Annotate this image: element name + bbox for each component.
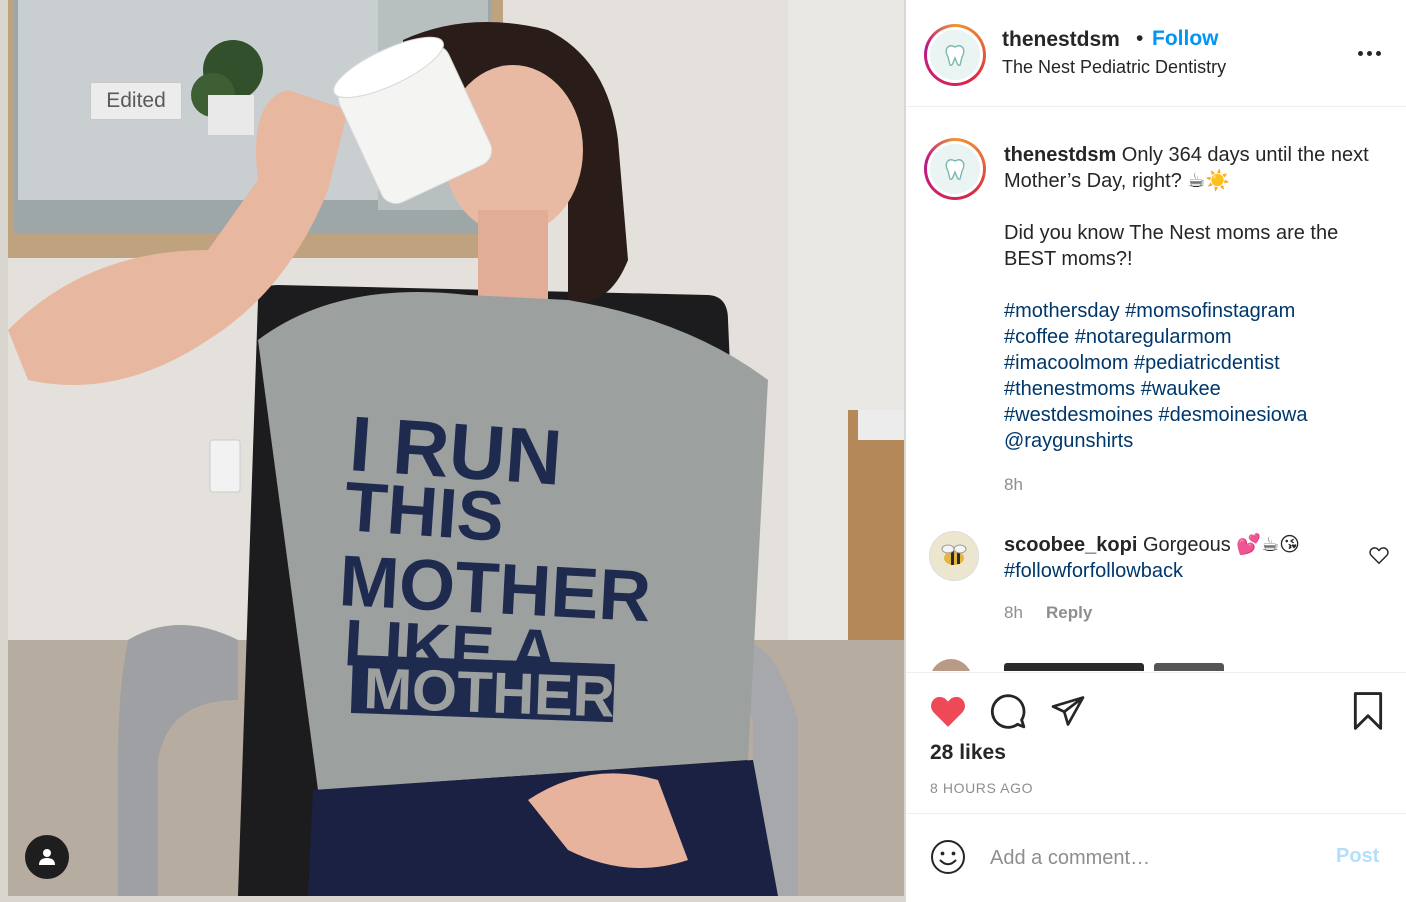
header-separator: • xyxy=(1136,27,1144,50)
post-photo[interactable]: I RUN THIS MOTHER LIKE A MOTHER Edited xyxy=(0,0,906,902)
post-header: thenestdsm • Follow The Nest Pediatric D… xyxy=(906,0,1406,107)
post-age[interactable]: 8 HOURS AGO xyxy=(930,780,1033,796)
post-actions: 28 likes 8 HOURS AGO xyxy=(906,672,1406,814)
tooth-logo-icon xyxy=(945,159,965,180)
comments-list[interactable]: thenestdsm Only 364 days until the next … xyxy=(906,108,1406,671)
comment-body: scoobee_kopi Gorgeous 💕☕😘 #followforfollo… xyxy=(1004,532,1344,584)
user-icon xyxy=(39,849,55,865)
profile-avatar[interactable] xyxy=(924,24,986,86)
caption-hashtags[interactable]: #mothersday #momsofinstagram #coffee #no… xyxy=(1004,300,1308,452)
comment-bubble-icon xyxy=(990,694,1026,729)
caption-text-line2: Did you know The Nest moms are the BEST … xyxy=(1004,222,1344,270)
caption-timestamp[interactable]: 8h xyxy=(1004,475,1023,495)
comment-input[interactable] xyxy=(990,841,1310,875)
paper-plane-icon xyxy=(1051,696,1085,726)
tooth-logo-icon xyxy=(945,45,965,66)
reply-button[interactable]: Reply xyxy=(1046,603,1092,623)
header-username[interactable]: thenestdsm xyxy=(1002,28,1120,52)
comment-timestamp[interactable]: 8h xyxy=(1004,603,1023,623)
caption-avatar[interactable] xyxy=(924,138,986,200)
more-options-icon[interactable] xyxy=(1354,40,1384,66)
bookmark-icon xyxy=(1353,692,1383,730)
comment-text: Gorgeous 💕☕😘 xyxy=(1137,534,1301,556)
share-button[interactable] xyxy=(1048,691,1088,731)
comment-button[interactable] xyxy=(988,691,1028,731)
save-button[interactable] xyxy=(1348,691,1388,731)
post-image: I RUN THIS MOTHER LIKE A MOTHER xyxy=(8,0,904,896)
comment-like-heart-icon[interactable] xyxy=(1368,544,1390,566)
add-comment-bar: Post xyxy=(906,815,1406,902)
caption-username[interactable]: thenestdsm xyxy=(1004,144,1116,166)
header-subtitle[interactable]: The Nest Pediatric Dentistry xyxy=(1002,57,1226,78)
edited-label: Edited xyxy=(90,82,182,120)
post-caption: thenestdsm Only 364 days until the next … xyxy=(1004,142,1388,454)
comment-hashtag[interactable]: #followforfollowback xyxy=(1004,560,1183,582)
likes-count[interactable]: 28 likes xyxy=(930,741,1006,765)
heart-filled-icon xyxy=(931,696,965,727)
emoji-smiley-icon[interactable] xyxy=(928,837,968,877)
follow-button[interactable]: Follow xyxy=(1152,27,1219,51)
post-side-panel: thenestdsm • Follow The Nest Pediatric D… xyxy=(906,0,1406,902)
comment-username[interactable]: scoobee_kopi xyxy=(1004,534,1137,556)
like-button[interactable] xyxy=(928,691,968,731)
next-comment-partial xyxy=(930,659,1230,671)
shirt-line-5: MOTHER xyxy=(363,656,616,730)
post-comment-button[interactable]: Post xyxy=(1336,845,1379,868)
commenter-avatar[interactable] xyxy=(929,531,979,581)
bee-icon xyxy=(941,544,967,565)
tagged-users-button[interactable] xyxy=(25,835,69,879)
